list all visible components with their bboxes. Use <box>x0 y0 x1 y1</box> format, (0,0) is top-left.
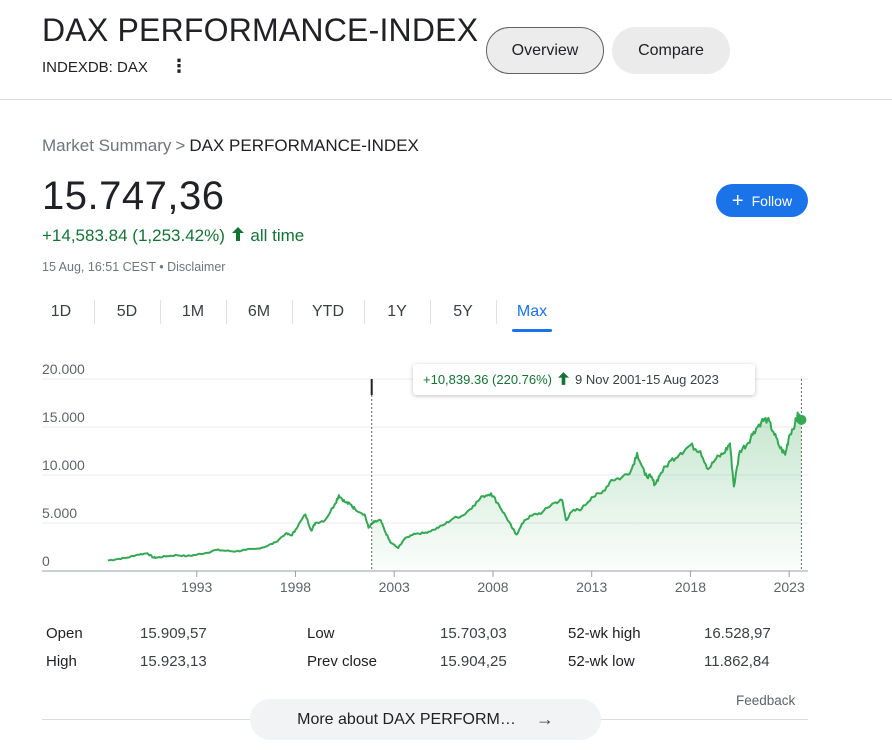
tab-1d[interactable]: 1D <box>28 296 94 328</box>
more-about-button[interactable]: More about DAX PERFORM… → <box>250 699 601 740</box>
tab-5y[interactable]: 5Y <box>430 296 496 328</box>
stat-label-low: Low <box>307 625 335 642</box>
stats-table: Open 15.909,57 High 15.923,13 Low 15.703… <box>46 620 806 680</box>
x-tick-label: 2013 <box>576 579 607 595</box>
y-tick-label: 15.000 <box>42 409 85 425</box>
stat-value-low: 15.703,03 <box>440 625 507 642</box>
arrow-up-icon <box>231 226 244 246</box>
tab-max[interactable]: Max <box>496 296 568 328</box>
price-change-value: +14,583.84 (1,253.42%) <box>42 226 225 245</box>
ticker-symbol: INDEXDB: DAX <box>42 59 148 76</box>
stat-value-52wk-low: 11.862,84 <box>704 653 770 670</box>
tab-1y[interactable]: 1Y <box>364 296 430 328</box>
breadcrumb-root[interactable]: Market Summary <box>42 136 171 155</box>
current-point <box>796 414 807 425</box>
x-tick-label: 2018 <box>675 579 706 595</box>
current-price: 15.747,36 <box>42 174 225 218</box>
follow-label: Follow <box>751 192 793 209</box>
stat-value-prev-close: 15.904,25 <box>440 653 507 670</box>
tooltip-range: 9 Nov 2001-15 Aug 2023 <box>575 372 719 387</box>
breadcrumb: Market Summary > DAX PERFORMANCE-INDEX <box>42 136 419 156</box>
more-about-label: More about DAX PERFORM… <box>297 710 516 728</box>
y-tick-label: 5.000 <box>42 505 77 521</box>
breadcrumb-separator: > <box>175 136 186 155</box>
x-tick-label: 1993 <box>181 579 212 595</box>
tab-ytd[interactable]: YTD <box>292 296 364 328</box>
stat-label-open: Open <box>46 625 83 642</box>
feedback-link[interactable]: Feedback <box>736 693 795 708</box>
breadcrumb-current: DAX PERFORMANCE-INDEX <box>189 136 419 155</box>
y-tick-label: 20.000 <box>42 361 85 377</box>
stat-label-prev-close: Prev close <box>307 653 378 670</box>
follow-button[interactable]: + Follow <box>716 184 808 217</box>
stat-label-high: High <box>46 653 77 670</box>
compare-button[interactable]: Compare <box>612 27 730 74</box>
x-tick-label: 1998 <box>280 579 311 595</box>
arrow-right-icon: → <box>535 709 554 729</box>
range-tabs: 1D 5D 1M 6M YTD 1Y 5Y Max <box>28 296 808 332</box>
timestamp-text: 15 Aug, 16:51 CEST <box>42 260 156 274</box>
stat-value-open: 15.909,57 <box>140 625 207 642</box>
more-vert-icon[interactable]: ⋮ <box>170 56 188 77</box>
y-tick-label: 10.000 <box>42 457 85 473</box>
overview-button[interactable]: Overview <box>486 27 604 74</box>
x-tick-label: 2008 <box>477 579 508 595</box>
stat-label-52wk-high: 52-wk high <box>568 625 641 642</box>
chart-tooltip: +10,839.36 (220.76%) 9 Nov 2001-15 Aug 2… <box>413 364 755 395</box>
tab-6m[interactable]: 6M <box>226 296 292 328</box>
stat-value-52wk-high: 16.528,97 <box>704 625 771 642</box>
plus-icon: + <box>731 189 744 212</box>
stat-label-52wk-low: 52-wk low <box>568 653 635 670</box>
tab-5d[interactable]: 5D <box>94 296 160 328</box>
change-period: all time <box>250 226 305 245</box>
arrow-up-icon <box>558 371 570 388</box>
highlight-area <box>371 414 802 571</box>
stat-value-high: 15.923,13 <box>140 653 207 670</box>
header-bar: DAX PERFORMANCE-INDEX INDEXDB: DAX ⋮ Ove… <box>0 0 892 100</box>
timestamp-bullet: • <box>159 260 164 274</box>
quote-timestamp: 15 Aug, 16:51 CEST • Disclaimer <box>42 260 225 274</box>
y-tick-label: 0 <box>42 553 50 569</box>
price-change: +14,583.84 (1,253.42%) all time <box>42 226 304 246</box>
x-tick-label: 2003 <box>379 579 410 595</box>
disclaimer-link[interactable]: Disclaimer <box>167 260 225 274</box>
tab-1m[interactable]: 1M <box>160 296 226 328</box>
x-tick-label: 2023 <box>774 579 805 595</box>
page-title: DAX PERFORMANCE-INDEX <box>42 12 479 48</box>
tooltip-change: +10,839.36 (220.76%) <box>423 372 553 387</box>
